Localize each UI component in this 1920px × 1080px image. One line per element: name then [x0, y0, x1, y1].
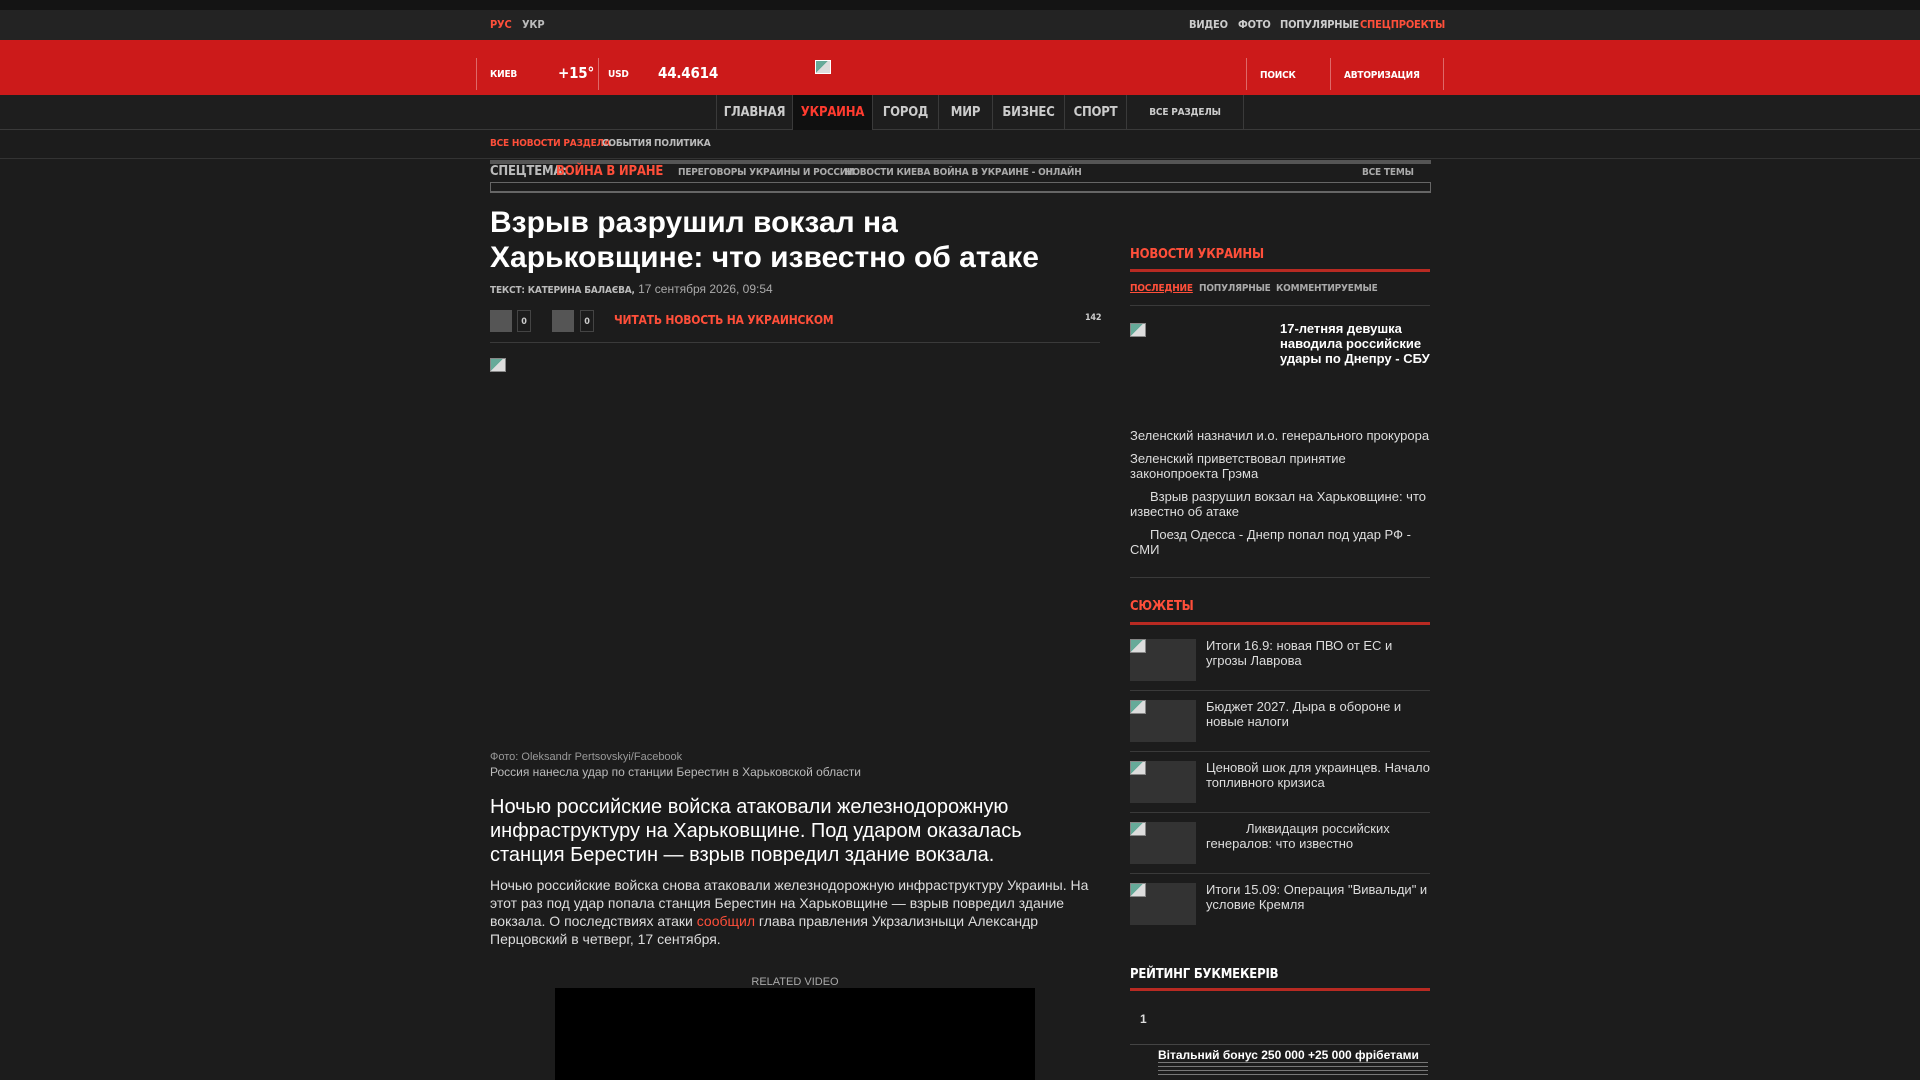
featured-news-image[interactable]	[1130, 323, 1146, 337]
spec-theme-scroll	[490, 182, 1431, 192]
header-divider	[476, 58, 477, 90]
bookmaker-rank: 1	[1140, 1012, 1147, 1026]
broken-image-icon	[490, 358, 506, 372]
nav-world[interactable]: МИР	[938, 95, 992, 130]
story-title[interactable]: Бюджет 2027. Дыра в обороне и новые нало…	[1206, 699, 1431, 729]
video-link[interactable]: ВИДЕО	[1189, 18, 1228, 31]
currency-label: USD	[608, 69, 629, 80]
photo-caption: Россия нанесла удар по станции Берестин …	[490, 765, 862, 779]
facebook-share-count: 0	[517, 310, 531, 332]
tab-commented[interactable]: КОММЕНТИРУЕМЫЕ	[1276, 283, 1378, 294]
site-header	[0, 40, 1920, 95]
header-divider	[1330, 58, 1331, 90]
broken-image-icon	[1130, 639, 1146, 653]
story-thumbnail[interactable]	[1130, 700, 1196, 742]
site-logo[interactable]	[815, 60, 831, 74]
nav-all-sections[interactable]: ВСЕ РАЗДЕЛЫ	[1126, 95, 1244, 130]
broken-image-icon	[1130, 822, 1146, 836]
header-divider	[1246, 58, 1247, 90]
facebook-share-icon[interactable]	[490, 310, 512, 332]
sub-nav	[0, 131, 1920, 159]
nav-sport[interactable]: СПОРТ	[1064, 95, 1126, 130]
subnav-all-news[interactable]: ВСЕ НОВОСТИ РАЗДЕЛА	[490, 138, 611, 149]
subnav-politics[interactable]: ПОЛИТИКА	[654, 138, 711, 149]
story-title[interactable]: Итоги 15.09: Операция "Вивальди" и услов…	[1206, 882, 1431, 912]
article-photo[interactable]	[490, 358, 1100, 738]
story-title[interactable]: Итоги 16.9: новая ПВО от ЕС и угрозы Лав…	[1206, 638, 1431, 668]
related-video-label: RELATED VIDEO	[751, 976, 839, 988]
twitter-share-icon[interactable]	[552, 310, 574, 332]
divider	[490, 342, 1100, 343]
sidebar-news-heading[interactable]: НОВОСТИ УКРАИНЫ	[1130, 247, 1264, 262]
divider	[1130, 577, 1430, 578]
article-byline: ТЕКСТ: КАТЕРИНА БАЛАЄВА, 17 сентября 202…	[490, 282, 773, 296]
spec-theme-main[interactable]: ВОЙНА В ИРАНЕ	[556, 164, 663, 179]
language-bar	[0, 10, 1920, 40]
currency-rate: 44.4614	[658, 64, 719, 82]
header-divider	[1443, 58, 1444, 90]
divider	[1130, 812, 1430, 813]
views-count: 142	[1085, 313, 1102, 323]
divider	[1130, 305, 1430, 306]
divider	[1130, 690, 1430, 691]
nav-ukraine[interactable]: УКРАИНА	[792, 95, 872, 130]
special-projects-link[interactable]: СПЕЦПРОЕКТЫ	[1360, 18, 1445, 31]
broken-image-icon	[1130, 761, 1146, 775]
header-divider	[598, 58, 599, 90]
weather-temp: +15°	[558, 64, 595, 82]
nav-city[interactable]: ГОРОД	[872, 95, 938, 130]
photo-link[interactable]: ФОТО	[1238, 18, 1271, 31]
popular-link[interactable]: ПОПУЛЯРНЫЕ	[1280, 18, 1359, 31]
body-source-link[interactable]: сообщил	[697, 913, 755, 929]
story-title[interactable]: Ценовой шок для украинцев. Начало топлив…	[1206, 760, 1431, 790]
divider	[1130, 873, 1430, 874]
news-item[interactable]: Зеленский приветствовал принятие законоп…	[1130, 451, 1435, 481]
article-title: Взрыв разрушил вокзал на Харьковщине: чт…	[490, 206, 1039, 274]
top-strip	[0, 0, 1920, 10]
nav-business[interactable]: БИЗНЕС	[992, 95, 1064, 130]
story-thumbnail[interactable]	[1130, 761, 1196, 803]
article-lead: Ночью российские войска атаковали железн…	[490, 796, 1022, 866]
broken-image-icon	[1130, 883, 1146, 897]
twitter-share-count: 0	[580, 310, 594, 332]
photo-credit: Фото: Oleksandr Pertsovskyi/Facebook	[490, 751, 683, 763]
lang-uk-link[interactable]: УКР	[522, 18, 545, 31]
weather-city: КИЕВ	[490, 69, 518, 80]
article-author[interactable]: ТЕКСТ: КАТЕРИНА БАЛАЄВА,	[490, 285, 635, 296]
story-thumbnail[interactable]	[1130, 822, 1196, 864]
article-body: Ночью российские войска снова атаковали …	[490, 876, 1090, 948]
news-item[interactable]: Зеленский назначил и.о. генерального про…	[1130, 428, 1435, 443]
sidebar-rule	[1130, 622, 1430, 625]
read-in-ukrainian-link[interactable]: ЧИТАТЬ НОВОСТЬ НА УКРАИНСКОМ	[614, 313, 834, 327]
sidebar-rule	[1130, 988, 1430, 991]
login-button[interactable]: АВТОРИЗАЦИЯ	[1344, 70, 1420, 81]
broken-image-icon	[1130, 700, 1146, 714]
news-item[interactable]: Поезд Одесса - Днепр попал под удар РФ -…	[1130, 527, 1435, 557]
spec-all-themes[interactable]: ВСЕ ТЕМЫ	[1362, 167, 1414, 178]
search-button[interactable]: ПОИСК	[1260, 70, 1296, 81]
story-thumbnail[interactable]	[1130, 639, 1196, 681]
story-title[interactable]: Ликвидация российских генералов: что изв…	[1206, 821, 1431, 851]
spec-link-negotiations[interactable]: ПЕРЕГОВОРЫ УКРАИНЫ И РОССИИ	[678, 167, 855, 178]
article-date: 17 сентября 2026, 09:54	[638, 282, 773, 296]
tab-latest[interactable]: ПОСЛЕДНИЕ	[1130, 283, 1193, 294]
bookmaker-bonus[interactable]: Вітальний бонус 250 000 +25 000 фрібетам…	[1158, 1048, 1419, 1062]
sidebar-stories-heading[interactable]: СЮЖЕТЫ	[1130, 599, 1194, 614]
featured-news-title[interactable]: 17-летняя девушка наводила российские уд…	[1280, 321, 1430, 366]
divider	[1130, 751, 1430, 752]
subnav-events[interactable]: СОБЫТИЯ	[602, 138, 652, 149]
news-item[interactable]: Взрыв разрушил вокзал на Харьковщине: чт…	[1130, 489, 1435, 519]
spec-link-kyiv-news[interactable]: НОВОСТИ КИЕВА	[845, 167, 931, 178]
lang-ru-link[interactable]: РУС	[490, 18, 512, 31]
story-thumbnail[interactable]	[1130, 883, 1196, 925]
sidebar-rule	[1130, 269, 1430, 272]
tab-popular[interactable]: ПОПУЛЯРНЫЕ	[1199, 283, 1271, 294]
nav-main[interactable]: ГЛАВНАЯ	[716, 95, 792, 130]
spec-link-war-online[interactable]: ВОЙНА В УКРАИНЕ - ОНЛАЙН	[933, 167, 1082, 178]
bookmaker-fine-print	[1158, 1062, 1428, 1076]
bookmakers-heading: РЕЙТИНГ БУКМЕКЕРІВ	[1130, 967, 1279, 982]
video-player[interactable]	[555, 988, 1035, 1080]
